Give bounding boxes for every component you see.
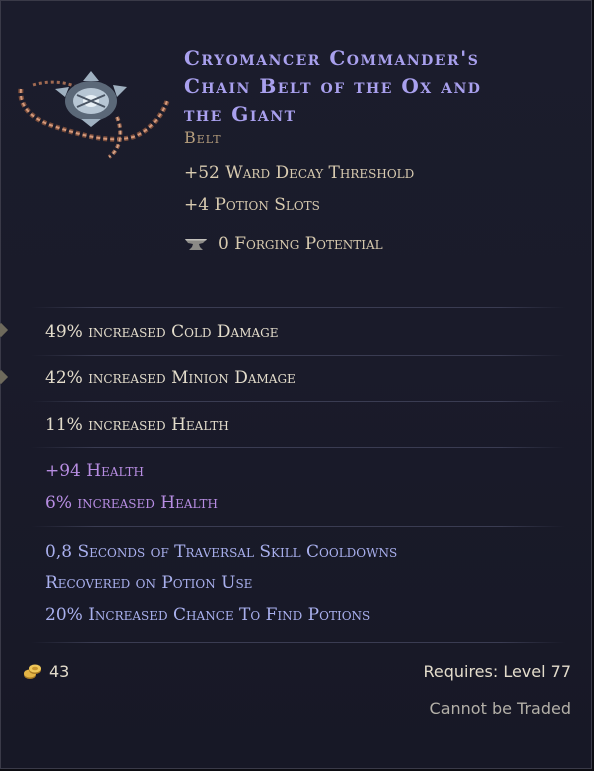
item-name-line: Chain Belt of the Ox and — [184, 74, 482, 98]
chain-belt-icon — [18, 71, 170, 159]
level-requirement: Requires: Level 77 — [423, 662, 571, 681]
frame-gem-ornament — [0, 322, 9, 338]
affix-line: 49% increased Cold Damage — [45, 322, 279, 342]
affix-line: 11% increased Health — [45, 415, 229, 435]
gold-coins-icon — [24, 664, 41, 679]
forging-potential: 0 Forging Potential — [184, 234, 383, 254]
affix-divider — [31, 355, 565, 356]
forging-potential-text: 0 Forging Potential — [218, 234, 383, 254]
set-bonus-line: 0,8 Seconds of Traversal Skill Cooldowns — [45, 542, 398, 562]
affix-divider — [31, 401, 565, 402]
item-name: Cryomancer Commander's Chain Belt of the… — [184, 44, 574, 128]
set-bonus-line: 20% Increased Chance To Find Potions — [45, 605, 371, 625]
sealed-affix-line: +94 Health — [45, 461, 144, 481]
gold-amount: 43 — [49, 661, 70, 681]
set-bonus-line: Recovered on Potion Use — [45, 573, 253, 593]
gold-value: 43 — [23, 661, 69, 681]
implicit-stat: +52 Ward Decay Threshold — [184, 163, 415, 183]
anvil-icon — [185, 239, 207, 250]
item-name-line: the Giant — [184, 102, 297, 126]
affix-line: 42% increased Minion Damage — [45, 368, 296, 388]
trade-status: Cannot be Traded — [429, 699, 571, 718]
item-tooltip: Cryomancer Commander's Chain Belt of the… — [0, 0, 592, 769]
item-type: Belt — [184, 128, 222, 147]
section-divider — [31, 642, 565, 643]
affix-divider — [31, 447, 565, 448]
implicit-stat: +4 Potion Slots — [184, 195, 320, 215]
item-name-line: Cryomancer Commander's — [184, 46, 480, 70]
sealed-affix-line: 6% increased Health — [45, 493, 218, 513]
section-divider — [31, 307, 565, 308]
section-divider — [31, 526, 565, 527]
frame-gem-ornament — [0, 369, 9, 385]
